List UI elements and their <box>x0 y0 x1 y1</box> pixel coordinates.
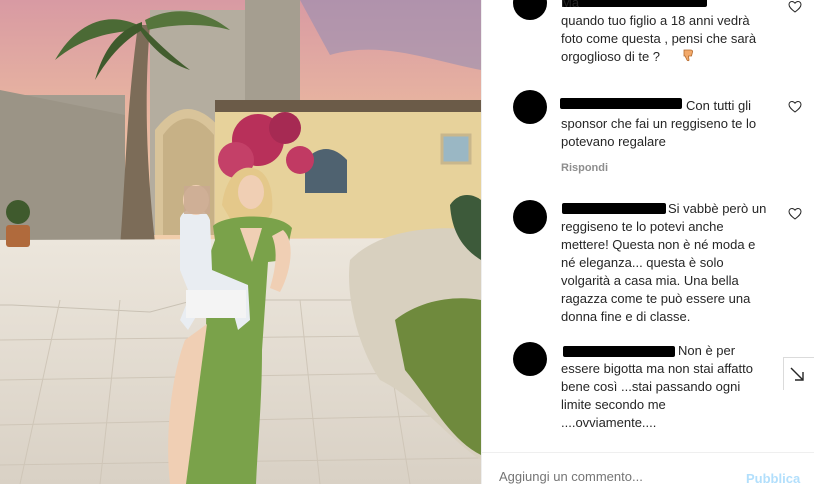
comment-text: Ma quando tuo figlio a 18 anni vedrà fot… <box>561 0 757 64</box>
avatar[interactable] <box>513 342 547 376</box>
comment-text: Non è per essere bigotta ma non stai aff… <box>561 343 753 430</box>
avatar[interactable] <box>513 90 547 124</box>
like-heart-icon[interactable] <box>788 207 802 221</box>
divider <box>482 452 814 453</box>
post-image <box>0 0 481 484</box>
thumbs-down-emoji <box>678 47 695 65</box>
comment-text: Con tutti gli sponsor che fai un reggise… <box>561 98 757 149</box>
add-comment-input[interactable] <box>499 469 729 484</box>
comments-pane: Ma quando tuo figlio a 18 anni vedrà fot… <box>481 0 814 486</box>
post-photo <box>0 0 481 484</box>
like-heart-icon[interactable] <box>788 100 802 114</box>
load-more-handle[interactable] <box>783 357 814 390</box>
reply-button[interactable]: Rispondi <box>561 162 608 174</box>
avatar[interactable] <box>513 0 547 20</box>
corner-arrow-icon <box>790 367 804 381</box>
comment-text: Si vabbè però un reggiseno te lo potevi … <box>561 201 767 324</box>
avatar[interactable] <box>513 200 547 234</box>
like-heart-icon[interactable] <box>788 0 802 14</box>
thumbs-down-icon <box>683 49 694 62</box>
